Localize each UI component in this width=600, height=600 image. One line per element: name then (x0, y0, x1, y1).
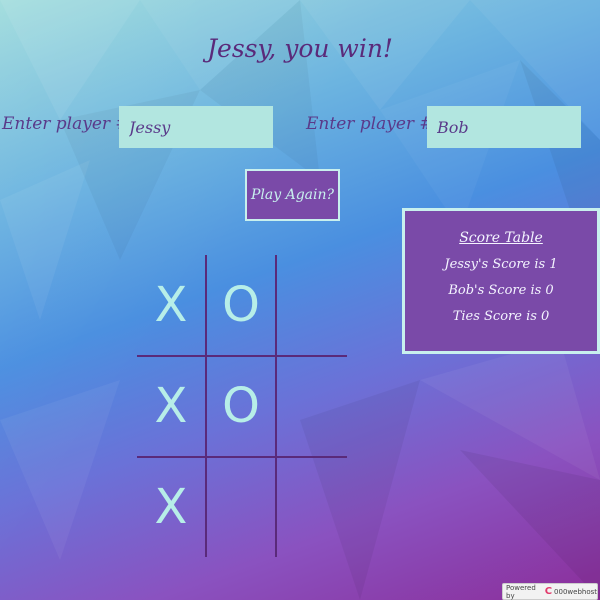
tic-tac-toe-board: X O X O X (137, 255, 347, 557)
hosting-badge[interactable]: Powered by C 000webhost (502, 583, 598, 600)
webhost-logo-icon: C (544, 586, 553, 597)
board-cell[interactable] (277, 356, 345, 456)
board-cell[interactable]: O (207, 356, 275, 456)
play-again-button[interactable]: Play Again? (245, 169, 340, 221)
game-status-title: Jessy, you win! (207, 34, 393, 63)
host-name: 000webhost (554, 587, 597, 596)
score-table-title: Score Table (459, 230, 543, 246)
player-2-score: Bob's Score is 0 (448, 283, 554, 298)
board-cell[interactable] (277, 255, 345, 355)
board-cell[interactable]: X (137, 356, 205, 456)
score-table: Score Table Jessy's Score is 1 Bob's Sco… (402, 208, 600, 354)
board-cell[interactable]: O (207, 255, 275, 355)
powered-by-text: Powered by (506, 583, 536, 600)
board-cell[interactable]: X (137, 457, 205, 557)
board-cell[interactable] (277, 457, 345, 557)
player-2-label: Enter player #2 (306, 114, 445, 134)
ties-score: Ties Score is 0 (452, 309, 550, 324)
board-cell[interactable] (207, 457, 275, 557)
player-1-score: Jessy's Score is 1 (444, 257, 558, 272)
player-2-input[interactable] (427, 106, 581, 148)
board-cell[interactable]: X (137, 255, 205, 355)
player-1-input[interactable] (119, 106, 273, 148)
